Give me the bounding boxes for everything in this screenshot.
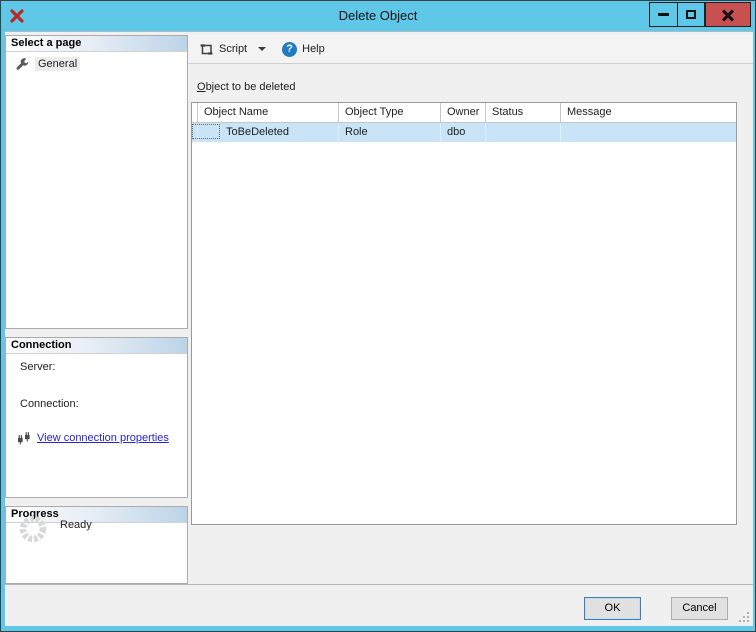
dialog-footer: OK Cancel <box>5 584 753 626</box>
grid-header-row: Object Name Object Type Owner Status Mes… <box>192 103 736 123</box>
wrench-icon <box>16 57 29 70</box>
close-button[interactable] <box>705 2 751 27</box>
maximize-button[interactable] <box>677 2 705 27</box>
connection-header: Connection <box>6 338 187 354</box>
cell-status <box>486 123 561 142</box>
column-header-object-type[interactable]: Object Type <box>339 103 441 122</box>
close-icon <box>722 9 734 21</box>
cancel-button[interactable]: Cancel <box>671 597 728 620</box>
cell-owner: dbo <box>441 123 486 142</box>
script-icon <box>200 43 213 55</box>
cell-message <box>561 123 736 142</box>
minimize-button[interactable] <box>649 2 678 27</box>
connection-panel: Connection Server: Connection: View conn… <box>5 337 188 498</box>
column-header-object-name[interactable]: Object Name <box>198 103 339 122</box>
dialog-toolbar: Script ? Help <box>188 35 753 64</box>
table-row[interactable]: ToBeDeleted Role dbo <box>192 123 736 142</box>
ok-button[interactable]: OK <box>584 597 641 620</box>
progress-panel: Progress Ready <box>5 506 188 584</box>
sidebar-item-label: General <box>35 56 81 71</box>
sidebar-item-general[interactable]: General <box>15 55 187 72</box>
delete-object-dialog: { "window": { "title": "Delete Object" }… <box>0 0 756 632</box>
spinner-icon <box>19 515 47 543</box>
server-label: Server: <box>20 361 56 373</box>
select-a-page-header: Select a page <box>6 36 187 52</box>
connection-label: Connection: <box>20 398 79 410</box>
object-to-be-deleted-label: Object to be deleted <box>197 81 296 93</box>
minimize-icon <box>658 13 669 16</box>
dialog-client-area: Select a page General Connection Server:… <box>5 31 753 626</box>
column-header-status[interactable]: Status <box>486 103 561 122</box>
plugs-icon <box>18 432 30 445</box>
help-button-label: Help <box>302 43 325 55</box>
script-button[interactable]: Script <box>195 39 270 60</box>
resize-grip[interactable] <box>737 610 750 623</box>
cell-object-type: Role <box>339 123 441 142</box>
help-button[interactable]: ? Help <box>278 39 329 60</box>
script-dropdown-icon[interactable] <box>258 47 267 51</box>
column-header-message[interactable]: Message <box>561 103 736 122</box>
objects-grid[interactable]: Object Name Object Type Owner Status Mes… <box>191 102 737 525</box>
view-connection-properties-link[interactable]: View connection properties <box>37 432 169 444</box>
maximize-icon <box>686 10 696 19</box>
column-header-owner[interactable]: Owner <box>441 103 486 122</box>
row-focus-box <box>192 124 220 139</box>
script-button-label: Script <box>219 43 248 55</box>
help-icon: ? <box>282 41 298 57</box>
progress-status: Ready <box>60 519 92 531</box>
select-a-page-panel: Select a page General <box>5 35 188 329</box>
window-title: Delete Object <box>338 8 418 23</box>
titlebar: Delete Object <box>1 1 755 31</box>
